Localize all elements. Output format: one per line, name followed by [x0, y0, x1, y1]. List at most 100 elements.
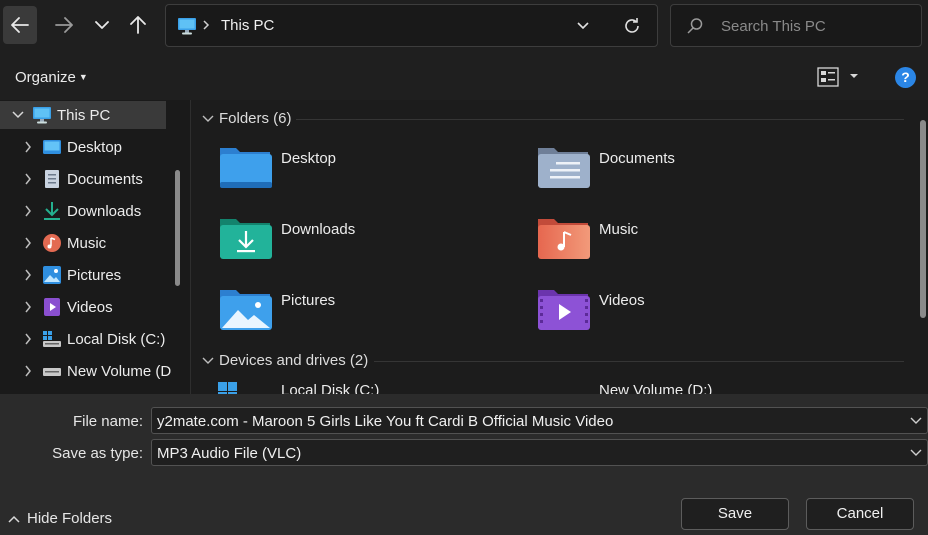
breadcrumb-this-pc[interactable]: This PC: [221, 17, 274, 34]
chevron-right-icon[interactable]: [20, 203, 36, 219]
sidebar-item-label: Desktop: [67, 138, 123, 156]
sidebar-item-downloads[interactable]: Downloads: [0, 197, 172, 225]
sidebar-item-music[interactable]: Music: [0, 229, 172, 257]
chevron-down-icon[interactable]: [910, 449, 922, 457]
sidebar-item-label: Videos: [67, 298, 113, 316]
sidebar-item-videos[interactable]: Videos: [0, 293, 172, 321]
arrow-right-icon: [55, 17, 73, 33]
chevron-down-icon[interactable]: [910, 417, 922, 425]
folder-tile-music[interactable]: Music: [536, 215, 836, 275]
desktop-folder-icon: [220, 148, 272, 188]
chevron-right-icon[interactable]: [20, 363, 36, 379]
this-pc-icon: [178, 18, 196, 35]
help-button[interactable]: ?: [895, 67, 916, 88]
scrollbar-thumb[interactable]: [920, 120, 926, 318]
drive-label: Local Disk (C:): [281, 382, 380, 394]
save-as-type-select[interactable]: MP3 Audio File (VLC): [151, 439, 928, 466]
file-name-value: y2mate.com - Maroon 5 Girls Like You ft …: [157, 413, 614, 430]
chevron-down-icon[interactable]: [576, 18, 590, 32]
group-label: Devices and drives (2): [219, 352, 369, 369]
sidebar-item-this-pc[interactable]: This PC: [0, 101, 166, 129]
folder-tile-videos[interactable]: Videos: [536, 286, 836, 346]
downloads-icon: [42, 201, 62, 221]
chevron-right-icon[interactable]: [20, 139, 36, 155]
caret-down-icon: ▼: [78, 72, 88, 82]
save-as-type-value: MP3 Audio File (VLC): [157, 445, 302, 462]
sidebar-item-documents[interactable]: Documents: [0, 165, 172, 193]
chevron-down-icon[interactable]: [10, 107, 26, 123]
recent-locations-button[interactable]: [85, 6, 119, 44]
organize-label: Organize: [15, 69, 76, 86]
save-form: File name: y2mate.com - Maroon 5 Girls L…: [0, 394, 928, 535]
hide-folders-label: Hide Folders: [27, 510, 113, 527]
drive-tile-new-volume-d[interactable]: New Volume (D:): [536, 380, 836, 394]
drives-group-header[interactable]: Devices and drives (2): [202, 352, 368, 369]
sidebar-item-pictures[interactable]: Pictures: [0, 261, 172, 289]
desktop-icon: [42, 137, 62, 157]
file-name-label: File name:: [72, 413, 143, 430]
address-bar[interactable]: This PC: [165, 4, 658, 47]
organize-button[interactable]: Organize ▼: [15, 69, 88, 86]
drive-icon: [42, 361, 62, 381]
refresh-icon[interactable]: [622, 16, 642, 36]
local-disk-icon: [42, 329, 62, 349]
breadcrumb-separator-icon: [203, 20, 210, 30]
chevron-right-icon[interactable]: [20, 299, 36, 315]
videos-folder-icon: [538, 290, 590, 330]
save-button[interactable]: Save: [681, 498, 789, 530]
pictures-icon: [42, 265, 62, 285]
back-button[interactable]: [3, 6, 37, 44]
chevron-down-icon[interactable]: [202, 115, 214, 123]
search-input[interactable]: Search This PC: [721, 18, 826, 35]
scrollbar-thumb[interactable]: [175, 170, 180, 286]
folder-label: Music: [599, 221, 639, 238]
hide-folders-button[interactable]: Hide Folders: [8, 510, 112, 527]
navigation-pane: This PC Desktop Documents Downloads Musi…: [0, 100, 191, 394]
save-as-type-label: Save as type:: [52, 445, 143, 462]
sidebar-item-local-disk-c[interactable]: Local Disk (C:): [0, 325, 172, 353]
folder-label: Documents: [599, 150, 675, 167]
up-button[interactable]: [121, 6, 155, 44]
sidebar-item-label: Local Disk (C:): [67, 330, 166, 348]
sidebar-item-label: This PC: [57, 106, 111, 124]
sidebar-item-desktop[interactable]: Desktop: [0, 133, 172, 161]
folder-label: Desktop: [281, 150, 337, 167]
folder-tile-documents[interactable]: Documents: [536, 144, 836, 204]
folder-label: Downloads: [281, 221, 356, 238]
folder-tile-pictures[interactable]: Pictures: [218, 286, 518, 346]
content-area: Folders (6) Desktop Documents Downloads: [192, 100, 928, 394]
file-name-input[interactable]: y2mate.com - Maroon 5 Girls Like You ft …: [151, 407, 928, 434]
folder-tile-desktop[interactable]: Desktop: [218, 144, 518, 204]
chevron-down-icon: [95, 21, 109, 29]
folder-tile-downloads[interactable]: Downloads: [218, 215, 518, 275]
documents-icon: [42, 169, 62, 189]
arrow-left-icon: [11, 17, 29, 33]
command-bar: Organize ▼ ?: [0, 54, 928, 100]
chevron-up-icon: [8, 515, 20, 523]
search-box[interactable]: Search This PC: [670, 4, 922, 47]
group-divider: [296, 119, 904, 120]
group-divider: [374, 361, 904, 362]
navigation-bar: This PC Search This PC: [0, 0, 928, 54]
sidebar-item-label: Documents: [67, 170, 143, 188]
chevron-down-icon[interactable]: [202, 357, 214, 365]
view-options-icon[interactable]: [817, 67, 839, 87]
chevron-right-icon[interactable]: [20, 267, 36, 283]
sidebar-item-label: Pictures: [67, 266, 122, 284]
sidebar-item-label: Downloads: [67, 202, 142, 220]
chevron-right-icon[interactable]: [20, 171, 36, 187]
sidebar-item-new-volume-d[interactable]: New Volume (D: [0, 357, 172, 385]
downloads-folder-icon: [220, 219, 272, 259]
folders-group-header[interactable]: Folders (6): [202, 110, 292, 127]
caret-down-icon[interactable]: [849, 72, 859, 80]
group-label: Folders (6): [219, 110, 292, 127]
this-pc-icon: [32, 105, 52, 125]
cancel-button[interactable]: Cancel: [806, 498, 914, 530]
chevron-right-icon[interactable]: [20, 331, 36, 347]
forward-button[interactable]: [47, 6, 81, 44]
search-icon: [687, 18, 703, 34]
sidebar-item-label: Music: [67, 234, 107, 252]
music-icon: [42, 233, 62, 253]
chevron-right-icon[interactable]: [20, 235, 36, 251]
drive-tile-local-disk-c[interactable]: Local Disk (C:): [218, 380, 518, 394]
